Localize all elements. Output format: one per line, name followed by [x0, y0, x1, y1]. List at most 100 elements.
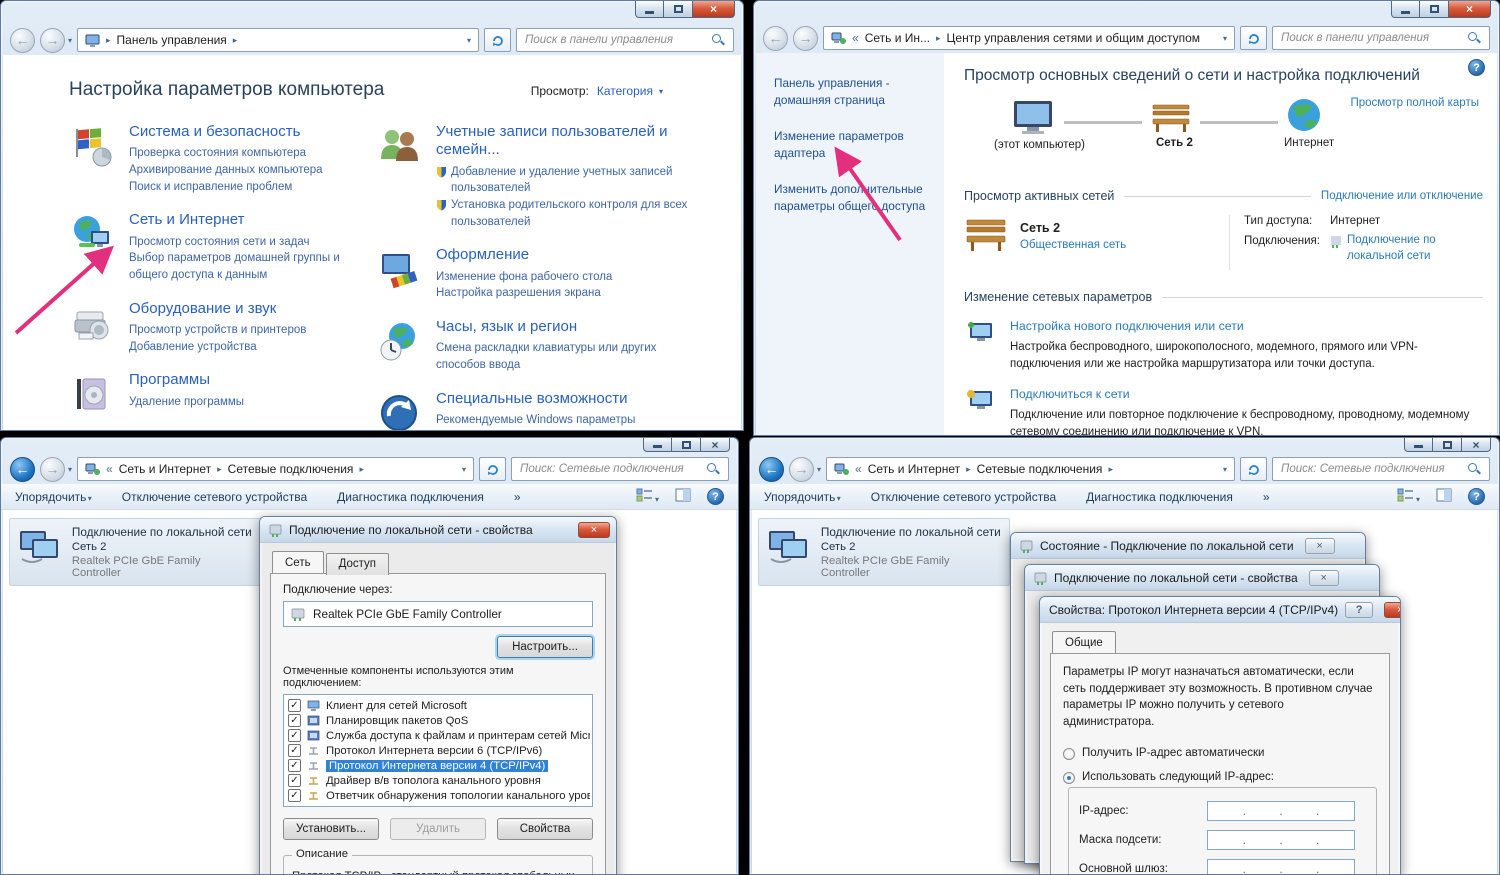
address-bar[interactable]: « Сеть и Интернет ▸ Сетевые подключения …	[826, 457, 1235, 481]
close-button[interactable]: ×	[578, 522, 610, 538]
address-bar[interactable]: ▸ Панель управления ▸ ▾	[77, 28, 479, 52]
help-button[interactable]: ?	[1468, 488, 1485, 505]
category-link[interactable]: Проверка состояния компьютера	[129, 145, 323, 162]
list-item[interactable]: ✓ Протокол Интернета версии 6 (TCP/IPv6)	[286, 743, 590, 758]
forward-button[interactable]: →	[40, 457, 65, 482]
checkbox-checked[interactable]: ✓	[288, 744, 301, 757]
connect-disconnect-link[interactable]: Подключение или отключение	[1321, 190, 1483, 202]
preview-pane-button[interactable]	[675, 488, 691, 505]
forward-button[interactable]: →	[789, 457, 814, 482]
close-button[interactable]: ×	[701, 438, 730, 452]
refresh-button[interactable]	[1240, 26, 1267, 50]
tab-sharing[interactable]: Доступ	[326, 553, 389, 575]
address-bar[interactable]: « Сеть и Интернет ▸ Сетевые подключения …	[77, 457, 474, 481]
organize-menu[interactable]: Упорядочить ▾	[764, 490, 841, 504]
network-type-link[interactable]: Общественная сеть	[1020, 239, 1126, 251]
maximize-button[interactable]	[1433, 438, 1462, 452]
minimize-button[interactable]	[643, 438, 672, 452]
category-title[interactable]: Оформление	[436, 246, 612, 264]
category-link[interactable]: Выбор параметров домашней группы и общег…	[129, 250, 376, 283]
breadcrumb-network-internet[interactable]: Сеть и Интернет	[868, 462, 960, 476]
back-button[interactable]: ←	[763, 26, 788, 51]
disable-device-button[interactable]: Отключение сетевого устройства	[871, 490, 1056, 504]
category-link[interactable]: Удаление программы	[129, 394, 244, 411]
close-button[interactable]: ×	[1449, 1, 1491, 18]
category-title[interactable]: Учетные записи пользователей и семейн...	[436, 123, 696, 160]
category-link[interactable]: Архивирование данных компьютера	[129, 162, 323, 179]
context-help-button[interactable]: ?	[1345, 602, 1373, 618]
more-commands-button[interactable]: »	[1263, 490, 1270, 504]
views-button[interactable]: ▾	[636, 488, 659, 505]
views-button[interactable]: ▾	[1397, 488, 1420, 505]
breadcrumb-control-panel[interactable]: Панель управления	[117, 33, 227, 47]
refresh-button[interactable]	[1240, 457, 1267, 481]
maximize-button[interactable]	[664, 1, 693, 18]
list-item[interactable]: ✓ Служба доступа к файлам и принтерам се…	[286, 728, 590, 743]
category-link[interactable]: Поиск и исправление проблем	[129, 179, 323, 196]
checkbox-checked[interactable]: ✓	[288, 774, 301, 787]
ip-address-input[interactable]: . . .	[1207, 801, 1355, 821]
task-title-link[interactable]: Настройка нового подключения или сети	[1010, 319, 1483, 333]
checkbox-checked[interactable]: ✓	[288, 699, 301, 712]
close-button[interactable]: ×	[693, 1, 735, 18]
organize-menu[interactable]: Упорядочить ▾	[15, 490, 92, 504]
minimize-button[interactable]	[1404, 438, 1433, 452]
breadcrumb-network-internet[interactable]: Сеть и Ин...	[865, 31, 930, 45]
category-title[interactable]: Программы	[129, 371, 244, 389]
recent-pages-dropdown[interactable]: ▾	[68, 465, 72, 474]
help-button[interactable]: ?	[707, 488, 724, 505]
category-link[interactable]: Добавление и удаление учетных записей по…	[436, 164, 706, 197]
subnet-mask-input[interactable]: . . .	[1207, 830, 1355, 850]
sidebar-item-sharing-settings[interactable]: Изменить дополнительные параметры общего…	[774, 181, 934, 214]
tab-general[interactable]: Общие	[1052, 631, 1116, 653]
address-dropdown[interactable]: ▾	[1223, 465, 1227, 474]
category-link[interactable]: Рекомендуемые Windows параметры	[436, 412, 637, 429]
category-title[interactable]: Оборудование и звук	[129, 300, 306, 318]
diagnose-button[interactable]: Диагностика подключения	[337, 490, 484, 504]
category-title[interactable]: Сеть и Интернет	[129, 211, 376, 229]
components-list[interactable]: ✓ Клиент для сетей Microsoft ✓ Планировщ…	[283, 694, 593, 807]
refresh-button[interactable]	[484, 28, 511, 52]
close-button[interactable]: ×	[1384, 602, 1400, 618]
checkbox-checked[interactable]: ✓	[288, 714, 301, 727]
list-item[interactable]: ✓ Планировщик пакетов QoS	[286, 713, 590, 728]
maximize-button[interactable]	[672, 438, 701, 452]
crumb-overflow[interactable]: «	[855, 462, 862, 476]
crumb-separator[interactable]: ▸	[233, 35, 238, 46]
search-input[interactable]: Поиск в панели управления	[1272, 26, 1490, 50]
back-button[interactable]: ←	[10, 457, 35, 482]
lan-connection-item[interactable]: Подключение по локальной сети Сеть 2 Rea…	[9, 518, 261, 586]
help-button[interactable]: ?	[1468, 59, 1485, 76]
list-item[interactable]: ✓ Ответчик обнаружения топологии канальн…	[286, 788, 590, 803]
checkbox-checked[interactable]: ✓	[288, 729, 301, 742]
address-dropdown[interactable]: ▾	[1223, 34, 1227, 43]
list-item[interactable]: ✓ Клиент для сетей Microsoft	[286, 698, 590, 713]
back-button[interactable]: ←	[759, 457, 784, 482]
category-title[interactable]: Специальные возможности	[436, 390, 637, 408]
radio-manual-ip[interactable]: Использовать следующий IP-адрес:	[1063, 771, 1377, 784]
search-input[interactable]: Поиск: Сетевые подключения	[511, 457, 729, 481]
connection-link[interactable]: Подключение по локальной сети	[1330, 233, 1480, 264]
maximize-button[interactable]	[1420, 1, 1449, 18]
diagnose-button[interactable]: Диагностика подключения	[1086, 490, 1233, 504]
category-link[interactable]: Добавление устройства	[129, 339, 306, 356]
radio-auto-ip[interactable]: Получить IP-адрес автоматически	[1063, 747, 1377, 760]
search-input[interactable]: Поиск: Сетевые подключения	[1272, 457, 1490, 481]
uninstall-button[interactable]: Удалить	[390, 818, 486, 840]
back-button[interactable]: ←	[10, 28, 35, 53]
view-by-dropdown[interactable]: Категория	[597, 84, 653, 98]
disable-device-button[interactable]: Отключение сетевого устройства	[122, 490, 307, 504]
breadcrumb-current[interactable]: Сетевые подключения	[228, 462, 354, 476]
recent-pages-dropdown[interactable]: ▾	[68, 36, 72, 45]
crumb-overflow[interactable]: «	[106, 462, 113, 476]
task-title-link[interactable]: Подключиться к сети	[1010, 387, 1483, 401]
checkbox-checked[interactable]: ✓	[288, 759, 301, 772]
close-button[interactable]: ×	[1462, 438, 1491, 452]
category-link[interactable]: Изменение фона рабочего стола	[436, 269, 612, 286]
configure-button[interactable]: Настроить...	[497, 636, 593, 658]
category-title[interactable]: Часы, язык и регион	[436, 318, 686, 336]
recent-pages-dropdown[interactable]: ▾	[817, 465, 821, 474]
breadcrumb-current[interactable]: Центр управления сетями и общим доступом	[947, 31, 1201, 45]
breadcrumb-network-internet[interactable]: Сеть и Интернет	[119, 462, 211, 476]
tab-network[interactable]: Сеть	[272, 551, 324, 573]
